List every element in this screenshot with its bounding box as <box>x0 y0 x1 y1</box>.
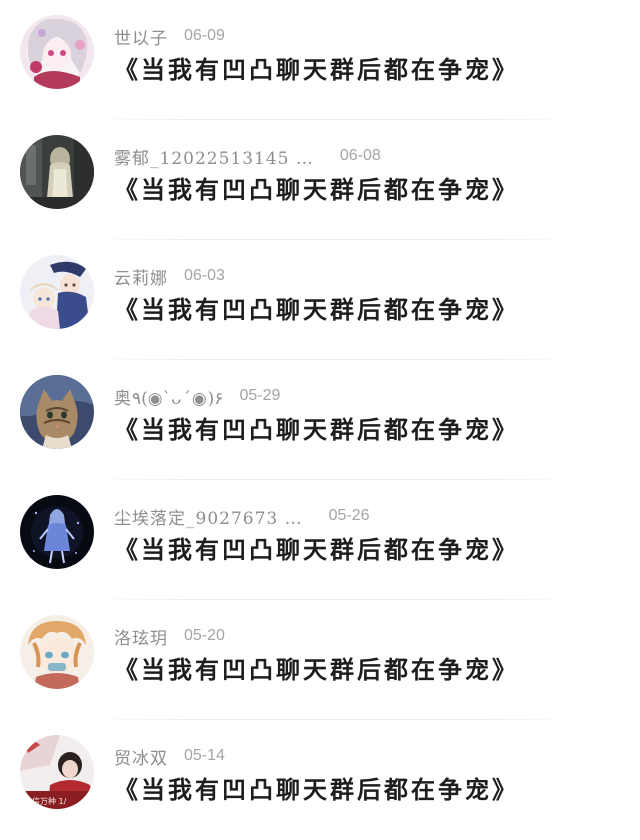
comment-date: 05-14 <box>184 747 225 764</box>
username[interactable]: 世以子 <box>114 24 168 49</box>
comment-text: 《当我有凹凸聊天群后都在争宠》 <box>114 655 519 684</box>
username[interactable]: 洛玹玥 <box>114 624 168 649</box>
comment-text: 《当我有凹凸聊天群后都在争宠》 <box>114 295 519 324</box>
comment-date: 06-09 <box>184 27 225 44</box>
avatar-anime-figure-dark-icon[interactable] <box>20 135 94 209</box>
username[interactable]: 贸冰双 <box>114 744 168 769</box>
comment-text: 《当我有凹凸聊天群后都在争宠》 <box>114 415 519 444</box>
avatar-anime-girl-pink-icon[interactable] <box>20 15 94 89</box>
comment-meta: 世以子 06-09 <box>114 24 225 49</box>
comment-meta: 奥٩(◉`ᴗ´◉)۶ 05-29 <box>114 384 281 409</box>
avatar-anime-blue-figure-icon[interactable] <box>20 495 94 569</box>
username[interactable]: 云莉娜 <box>114 264 168 289</box>
comment-text: 《当我有凹凸聊天群后都在争宠》 <box>114 175 519 204</box>
comment-date: 05-20 <box>184 627 225 644</box>
comment-list: 世以子 06-09 《当我有凹凸聊天群后都在争宠》 雾郁_12022513145… <box>0 0 640 832</box>
comment-item[interactable]: 云莉娜 06-03 《当我有凹凸聊天群后都在争宠》 <box>0 240 640 360</box>
comment-item[interactable]: 尘埃落定_9027673 … 05-26 《当我有凹凸聊天群后都在争宠》 <box>0 480 640 600</box>
avatar-anime-duo-icon[interactable] <box>20 255 94 329</box>
comment-date: 05-26 <box>328 507 370 524</box>
comment-date: 05-29 <box>239 387 281 404</box>
comment-text: 《当我有凹凸聊天群后都在争宠》 <box>114 535 519 564</box>
comment-meta: 雾郁_12022513145 … 06-08 <box>114 144 381 169</box>
comment-item[interactable]: 世以子 06-09 《当我有凹凸聊天群后都在争宠》 <box>0 0 640 120</box>
comment-item[interactable]: 洛玹玥 05-20 《当我有凹凸聊天群后都在争宠》 <box>0 600 640 720</box>
avatar-caption: 风信万种 1/ <box>24 796 67 806</box>
avatar-cat-icon[interactable] <box>20 375 94 449</box>
avatar-anime-boy-orange-icon[interactable] <box>20 615 94 689</box>
comment-text: 《当我有凹凸聊天群后都在争宠》 <box>114 55 519 84</box>
comment-meta: 贸冰双 05-14 <box>114 744 225 769</box>
comment-meta: 尘埃落定_9027673 … 05-26 <box>114 504 370 529</box>
comment-date: 06-03 <box>184 267 225 284</box>
username[interactable]: 奥٩(◉`ᴗ´◉)۶ <box>114 384 223 409</box>
comment-item[interactable]: 风信万种 1/ 贸冰双 05-14 《当我有凹凸聊天群后都在争宠》 <box>0 720 640 840</box>
comment-meta: 云莉娜 06-03 <box>114 264 225 289</box>
avatar-photo-red-icon[interactable]: 风信万种 1/ <box>20 735 94 809</box>
username[interactable]: 尘埃落定_9027673 … <box>114 504 303 529</box>
comment-item[interactable]: 雾郁_12022513145 … 06-08 《当我有凹凸聊天群后都在争宠》 <box>0 120 640 240</box>
comment-meta: 洛玹玥 05-20 <box>114 624 225 649</box>
comment-item[interactable]: 奥٩(◉`ᴗ´◉)۶ 05-29 《当我有凹凸聊天群后都在争宠》 <box>0 360 640 480</box>
comment-date: 06-08 <box>339 147 381 164</box>
username[interactable]: 雾郁_12022513145 … <box>114 144 314 169</box>
comment-text: 《当我有凹凸聊天群后都在争宠》 <box>114 775 519 804</box>
